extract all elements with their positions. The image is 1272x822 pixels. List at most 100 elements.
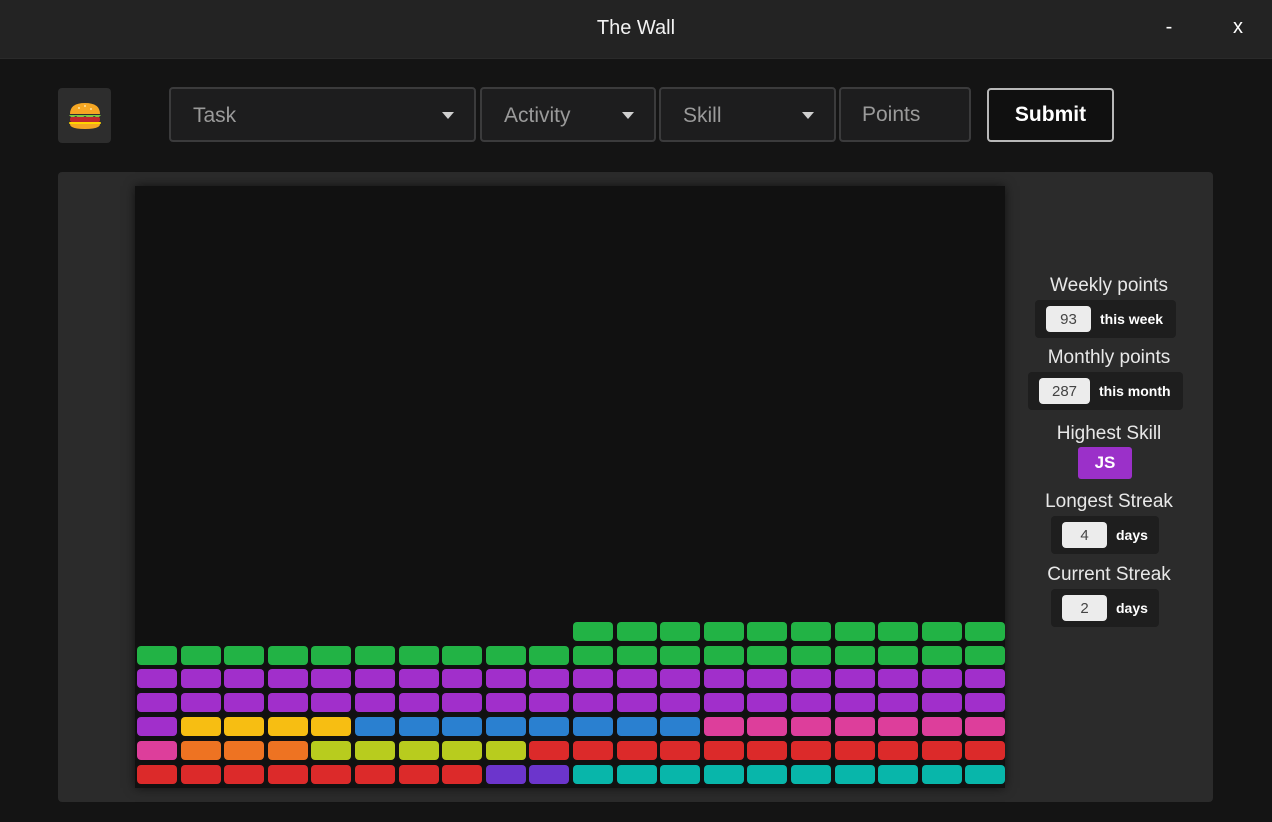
wall-brick xyxy=(529,717,570,737)
wall-brick xyxy=(267,765,308,784)
wall-brick xyxy=(311,693,352,713)
chevron-down-icon xyxy=(622,112,634,119)
wall-brick xyxy=(180,765,221,784)
wall-brick xyxy=(311,741,352,761)
wall-brick xyxy=(660,765,701,784)
wall-brick xyxy=(485,669,526,689)
wall-brick xyxy=(573,621,613,641)
wall-brick xyxy=(791,645,831,665)
activity-dropdown-label: Activity xyxy=(504,104,571,127)
wall-brick xyxy=(747,645,788,665)
monthly-points-value: 287 xyxy=(1039,378,1090,404)
wall-brick xyxy=(965,693,1006,713)
wall-brick xyxy=(180,741,221,761)
wall-brick xyxy=(398,645,439,665)
wall-brick xyxy=(791,741,831,761)
highest-skill-label: Highest Skill xyxy=(1056,423,1162,444)
wall-brick xyxy=(137,765,177,784)
wall-brick xyxy=(224,693,265,713)
wall-brick xyxy=(791,669,831,689)
wall-brick xyxy=(616,621,657,641)
monthly-points-unit: this month xyxy=(1099,383,1171,399)
weekly-points-unit: this week xyxy=(1100,311,1164,327)
wall-brick xyxy=(137,645,177,665)
wall-brick xyxy=(485,765,526,784)
wall-brick xyxy=(834,669,875,689)
wall-brick xyxy=(137,717,177,737)
wall-brick xyxy=(355,717,395,737)
wall-brick xyxy=(660,717,701,737)
wall-brick xyxy=(355,741,395,761)
wall-brick xyxy=(224,645,265,665)
weekly-points-pill: 93 this week xyxy=(1035,300,1176,338)
wall-brick xyxy=(442,669,483,689)
wall-brick xyxy=(747,741,788,761)
wall-brick xyxy=(398,765,439,784)
task-dropdown-label: Task xyxy=(193,104,237,127)
wall-brick xyxy=(137,693,177,713)
minimize-button[interactable]: - xyxy=(1157,16,1181,39)
wall-brick xyxy=(137,741,177,761)
wall-brick xyxy=(747,621,788,641)
window-title: The Wall xyxy=(596,17,676,39)
wall-brick xyxy=(573,717,613,737)
wall-brick xyxy=(616,765,657,784)
wall-brick xyxy=(791,765,831,784)
wall-brick xyxy=(267,693,308,713)
wall-brick xyxy=(703,645,744,665)
wall-brick xyxy=(703,621,744,641)
wall-brick xyxy=(616,741,657,761)
wall-brick xyxy=(311,717,352,737)
wall-brick xyxy=(747,669,788,689)
wall-brick xyxy=(355,693,395,713)
wall-brick xyxy=(834,645,875,665)
wall-brick xyxy=(398,717,439,737)
wall-brick xyxy=(703,717,744,737)
wall-brick xyxy=(921,717,962,737)
wall-brick xyxy=(529,693,570,713)
wall-brick xyxy=(616,669,657,689)
wall-brick xyxy=(660,645,701,665)
wall-brick xyxy=(660,669,701,689)
points-input[interactable] xyxy=(839,87,971,142)
skill-dropdown[interactable]: Skill xyxy=(659,87,836,142)
wall-brick xyxy=(660,741,701,761)
wall-brick xyxy=(573,693,613,713)
wall-brick xyxy=(573,669,613,689)
wall-brick xyxy=(747,765,788,784)
wall-brick xyxy=(921,741,962,761)
longest-streak-pill: 4 days xyxy=(1051,516,1159,554)
weekly-points-value: 93 xyxy=(1046,306,1091,332)
wall-brick xyxy=(355,645,395,665)
wall-brick xyxy=(224,669,265,689)
wall-brick xyxy=(442,765,483,784)
close-button[interactable]: x xyxy=(1226,16,1250,39)
activity-dropdown[interactable]: Activity xyxy=(480,87,656,142)
app-logo[interactable] xyxy=(58,88,111,143)
wall-brick xyxy=(703,765,744,784)
wall-brick xyxy=(573,741,613,761)
wall-brick xyxy=(878,621,919,641)
submit-button[interactable]: Submit xyxy=(987,88,1114,142)
wall-brick xyxy=(878,693,919,713)
wall-brick xyxy=(791,717,831,737)
wall-brick xyxy=(398,693,439,713)
brick-wall xyxy=(135,186,1006,788)
wall-brick xyxy=(878,717,919,737)
wall-brick xyxy=(529,645,570,665)
task-dropdown[interactable]: Task xyxy=(169,87,476,142)
monthly-points-pill: 287 this month xyxy=(1028,372,1183,410)
chevron-down-icon xyxy=(442,112,454,119)
wall-brick xyxy=(660,621,701,641)
wall-brick xyxy=(485,693,526,713)
wall-brick xyxy=(834,765,875,784)
wall-brick xyxy=(965,741,1006,761)
wall-brick xyxy=(224,741,265,761)
wall-brick xyxy=(703,693,744,713)
longest-streak-value: 4 xyxy=(1062,522,1107,548)
wall-brick xyxy=(747,693,788,713)
wall-brick xyxy=(791,621,831,641)
wall-brick xyxy=(616,693,657,713)
longest-streak-unit: days xyxy=(1116,527,1148,543)
wall-brick xyxy=(878,645,919,665)
